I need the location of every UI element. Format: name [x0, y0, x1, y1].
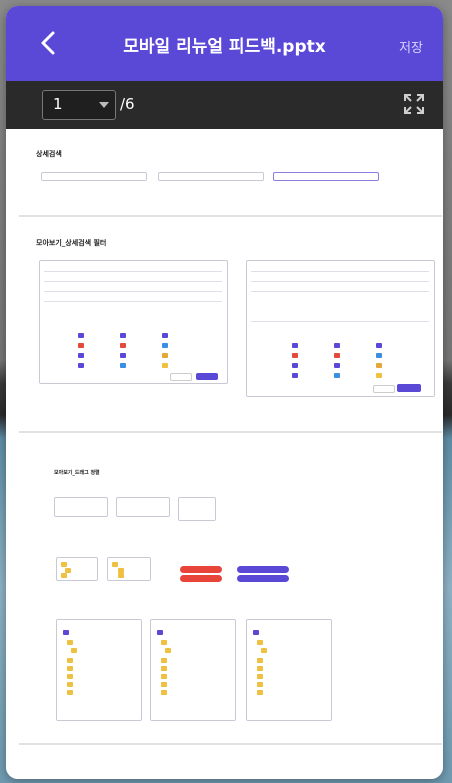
badge [180, 566, 222, 573]
slide-heading: 상세검색 [36, 150, 62, 158]
search-field [273, 172, 379, 181]
mockup [54, 497, 108, 517]
folder-tree-mockup [246, 619, 332, 721]
document-viewer: 모바일 리뉴얼 피드백.pptx 저장 1 /6 상세검색 모아보기_상세검색 … [6, 6, 443, 779]
mockup [56, 557, 98, 581]
badge [237, 575, 289, 582]
header-bar: 모바일 리뉴얼 피드백.pptx 저장 [6, 6, 443, 81]
slide-heading: 모아보기_상세검색 필터 [36, 239, 107, 247]
filter-mockup [246, 260, 435, 397]
fullscreen-icon[interactable] [403, 93, 425, 115]
filter-mockup [39, 260, 228, 384]
slide-3[interactable]: 모아보기_드래그 정렬 [19, 437, 442, 739]
search-field [158, 172, 264, 181]
total-pages: /6 [120, 95, 135, 113]
slides-scroll-area[interactable]: 상세검색 모아보기_상세검색 필터 모아보기_드래그 정렬 [6, 129, 443, 779]
mockup [107, 557, 151, 581]
page-select[interactable]: 1 [42, 90, 116, 120]
badge [180, 575, 222, 582]
document-title: 모바일 리뉴얼 피드백.pptx [123, 37, 326, 57]
slide-1[interactable]: 상세검색 [19, 129, 442, 211]
slide-heading: 모아보기_드래그 정렬 [54, 470, 100, 476]
badge [237, 566, 289, 573]
slide-divider [19, 743, 442, 745]
search-field [41, 172, 147, 181]
page-toolbar: 1 /6 [6, 81, 443, 129]
save-button[interactable]: 저장 [399, 37, 423, 56]
folder-tree-mockup [56, 619, 142, 721]
chevron-down-icon [99, 102, 109, 108]
slide-2[interactable]: 모아보기_상세검색 필터 [19, 217, 442, 427]
folder-tree-mockup [150, 619, 236, 721]
current-page: 1 [53, 95, 63, 113]
slide-divider [19, 431, 442, 433]
mockup [116, 497, 170, 517]
mockup [178, 497, 216, 521]
